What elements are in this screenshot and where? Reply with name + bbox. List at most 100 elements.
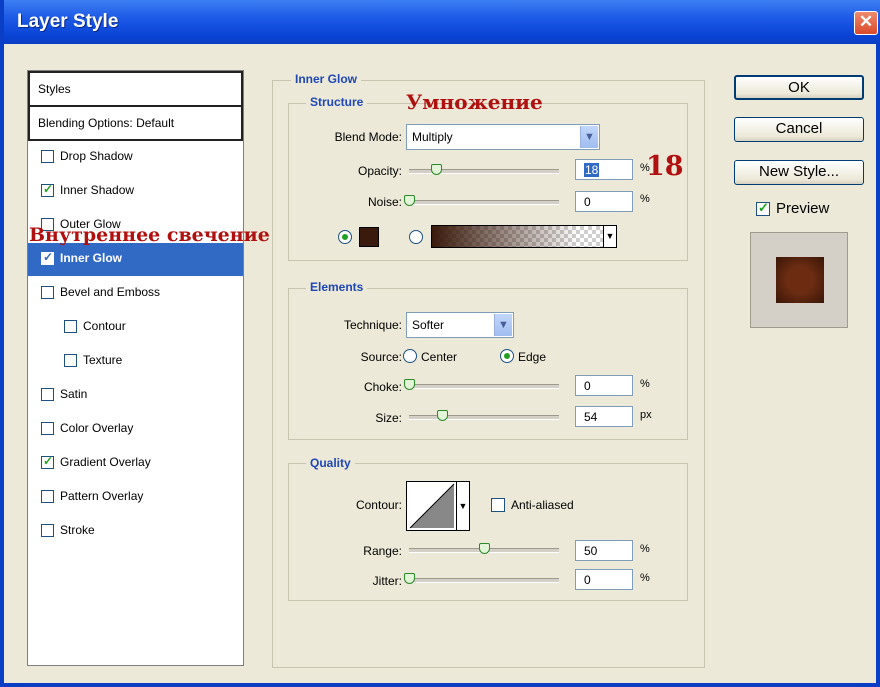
styles-header[interactable]: Styles [28, 71, 243, 107]
source-edge-radio[interactable] [500, 349, 514, 363]
inner-glow-title: Inner Glow [291, 72, 362, 86]
style-item-checkbox[interactable] [41, 490, 54, 503]
style-item-contour[interactable]: Contour [28, 311, 243, 344]
range-slider-thumb[interactable] [479, 543, 490, 554]
chevron-down-icon: ▼ [603, 226, 616, 247]
size-input[interactable]: 54 [575, 406, 633, 427]
style-item-checkbox[interactable] [64, 354, 77, 367]
preview-checkbox[interactable] [756, 200, 770, 216]
source-label: Source: [360, 350, 402, 364]
jitter-slider[interactable] [409, 578, 559, 583]
cancel-button[interactable]: Cancel [734, 117, 864, 142]
style-item-label: Pattern Overlay [60, 489, 144, 503]
style-item-label: Inner Glow [60, 251, 123, 265]
style-item-checkbox[interactable] [41, 422, 54, 435]
window-title: Layer Style [17, 11, 119, 32]
choke-input[interactable]: 0 [575, 375, 633, 396]
elements-title: Elements [306, 280, 368, 294]
style-item-label: Gradient Overlay [60, 455, 151, 469]
preview-label: Preview [776, 200, 830, 217]
style-item-bevel-and-emboss[interactable]: Bevel and Emboss [28, 277, 243, 310]
chevron-down-icon: ▼ [580, 126, 598, 148]
style-item-satin[interactable]: Satin [28, 379, 243, 412]
choke-slider[interactable] [409, 384, 559, 389]
multiply-annotation: Умножение [406, 90, 543, 114]
close-button[interactable]: ✕ [854, 11, 878, 35]
style-item-pattern-overlay[interactable]: Pattern Overlay [28, 481, 243, 514]
source-center-radio[interactable] [403, 349, 417, 363]
gradient-picker[interactable]: ▼ [431, 225, 617, 248]
opacity-label: Opacity: [357, 164, 402, 178]
opacity-value: 18 [584, 163, 600, 177]
source-edge-label: Edge [518, 350, 547, 364]
opacity-input[interactable]: 18 [575, 159, 633, 180]
style-item-label: Contour [83, 319, 126, 333]
ok-button[interactable]: OK [734, 75, 864, 100]
contour-label: Contour: [355, 498, 402, 512]
opacity-annotation: 18 [646, 151, 684, 182]
style-item-label: Bevel and Emboss [60, 285, 161, 299]
style-item-inner-glow[interactable]: Inner Glow [28, 243, 243, 276]
blending-options-item[interactable]: Blending Options: Default [28, 107, 243, 141]
preview-box [750, 232, 848, 328]
preview-swatch [776, 257, 824, 303]
style-item-label: Texture [83, 353, 123, 367]
size-label: Size: [375, 411, 402, 425]
technique-value: Softer [412, 318, 445, 332]
contour-preview-icon [409, 483, 455, 529]
jitter-slider-thumb[interactable] [404, 573, 415, 584]
technique-label: Technique: [343, 318, 402, 332]
blend-mode-label: Blend Mode: [334, 130, 402, 144]
anti-aliased-checkbox[interactable] [491, 498, 505, 512]
style-item-checkbox[interactable] [41, 150, 54, 163]
noise-slider[interactable] [409, 200, 559, 205]
style-item-label: Satin [60, 387, 88, 401]
style-item-checkbox[interactable] [41, 182, 54, 197]
style-item-texture[interactable]: Texture [28, 345, 243, 378]
style-item-stroke[interactable]: Stroke [28, 515, 243, 548]
quality-title: Quality [306, 456, 355, 470]
style-item-checkbox[interactable] [41, 286, 54, 299]
blend-mode-value: Multiply [412, 130, 453, 144]
structure-title: Structure [306, 95, 368, 109]
new-style-button[interactable]: New Style... [734, 160, 864, 185]
noise-input[interactable]: 0 [575, 191, 633, 212]
size-slider-thumb[interactable] [437, 410, 448, 421]
styles-list: Styles Blending Options: Default Drop Sh… [27, 70, 244, 666]
range-label: Range: [363, 544, 402, 558]
technique-select[interactable]: Softer ▼ [406, 312, 514, 338]
glow-color-swatch[interactable] [359, 227, 379, 247]
size-slider[interactable] [409, 415, 559, 420]
anti-aliased-label: Anti-aliased [511, 498, 574, 512]
noise-unit: % [640, 193, 650, 205]
noise-slider-thumb[interactable] [404, 195, 415, 206]
style-item-label: Drop Shadow [60, 149, 133, 163]
style-item-checkbox[interactable] [41, 250, 54, 265]
solid-color-radio[interactable] [338, 230, 352, 244]
style-item-label: Stroke [60, 523, 95, 537]
jitter-label: Jitter: [372, 574, 402, 588]
range-input[interactable]: 50 [575, 540, 633, 561]
chevron-down-icon: ▼ [494, 314, 512, 336]
style-item-checkbox[interactable] [41, 454, 54, 469]
opacity-slider-thumb[interactable] [431, 164, 442, 175]
chevron-down-icon: ▼ [456, 482, 469, 530]
style-item-label: Inner Shadow [60, 183, 135, 197]
choke-label: Choke: [363, 380, 402, 394]
style-item-checkbox[interactable] [41, 388, 54, 401]
style-item-inner-shadow[interactable]: Inner Shadow [28, 175, 243, 208]
style-item-checkbox[interactable] [64, 320, 77, 333]
style-item-drop-shadow[interactable]: Drop Shadow [28, 141, 243, 174]
blend-mode-select[interactable]: Multiply ▼ [406, 124, 600, 150]
contour-picker[interactable]: ▼ [406, 481, 470, 531]
gradient-radio[interactable] [409, 230, 423, 244]
choke-unit: % [640, 378, 650, 390]
title-bar[interactable]: Layer Style ✕ [4, 0, 880, 44]
choke-slider-thumb[interactable] [404, 379, 415, 390]
jitter-input[interactable]: 0 [575, 569, 633, 590]
style-item-gradient-overlay[interactable]: Gradient Overlay [28, 447, 243, 480]
style-item-checkbox[interactable] [41, 524, 54, 537]
noise-label: Noise: [367, 195, 402, 209]
layer-style-dialog: Layer Style ✕ Styles Blending Options: D… [0, 0, 880, 687]
style-item-color-overlay[interactable]: Color Overlay [28, 413, 243, 446]
